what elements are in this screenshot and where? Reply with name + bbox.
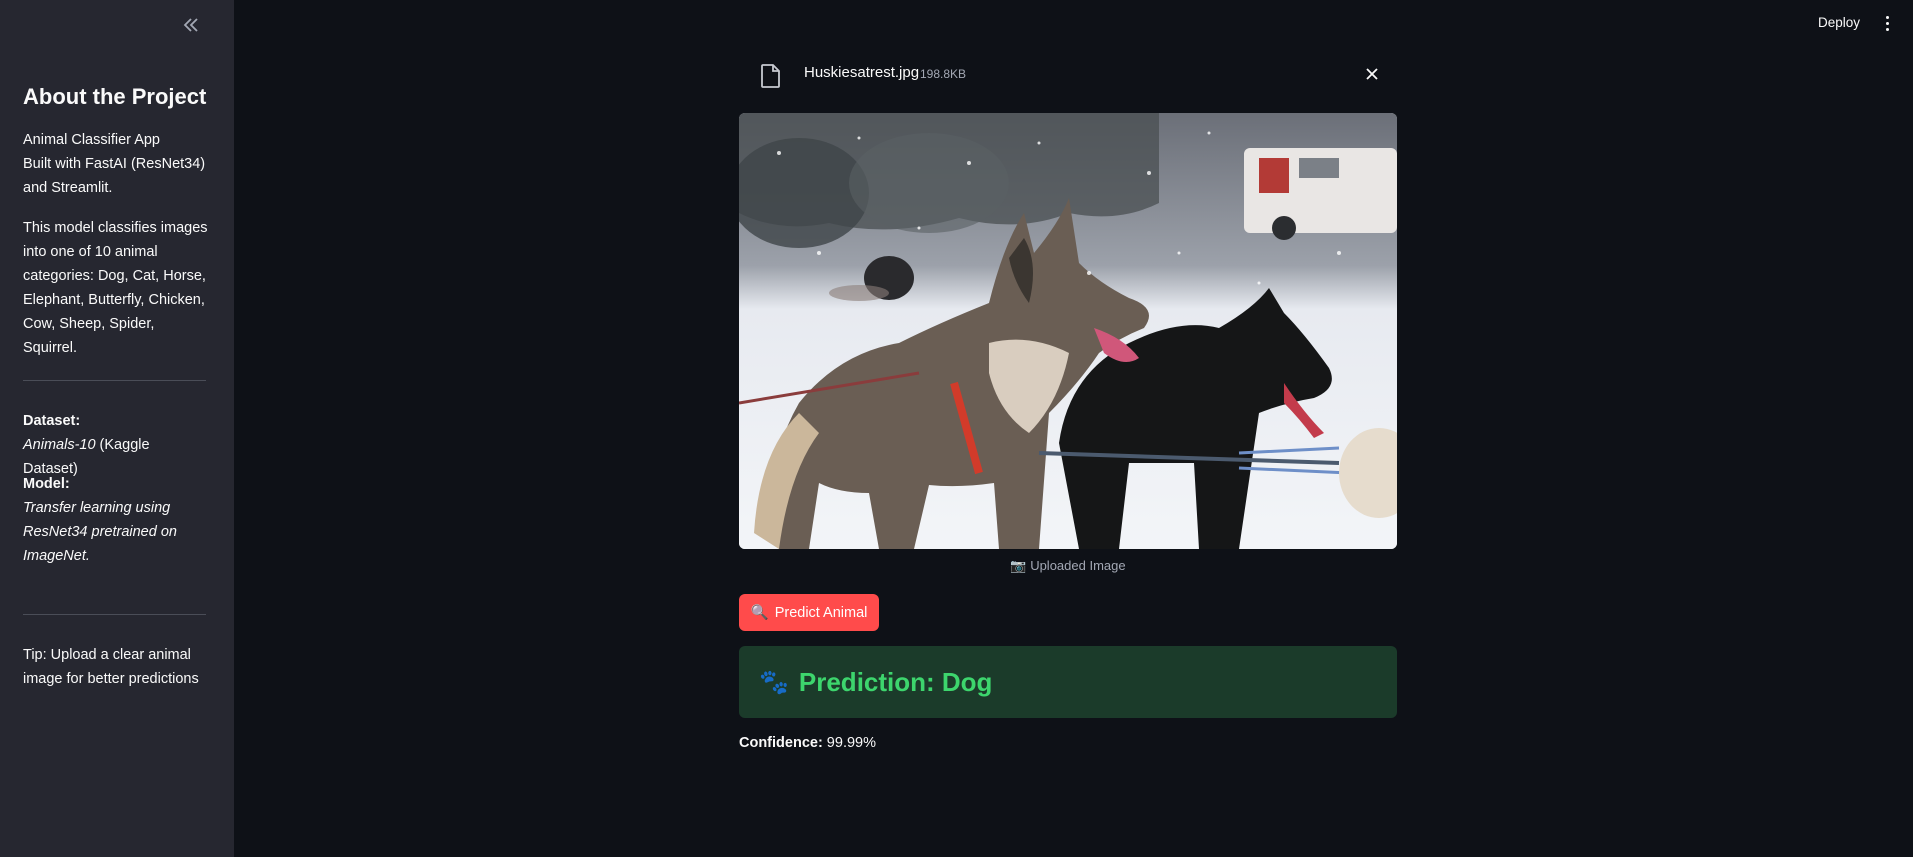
predict-animal-button[interactable]: 🔍 Predict Animal: [739, 594, 879, 631]
sidebar-tip: Tip: Upload a clear animal image for bet…: [23, 643, 208, 691]
sidebar-model: Model: Transfer learning using ResNet34 …: [23, 472, 208, 568]
close-icon[interactable]: [1362, 64, 1382, 84]
confidence-line: Confidence: 99.99%: [739, 735, 876, 751]
magnifier-icon: 🔍: [750, 605, 769, 621]
deploy-button[interactable]: Deploy: [1818, 15, 1860, 30]
predict-button-label: Predict Animal: [774, 604, 868, 621]
intro-line-1: Animal Classifier App: [23, 132, 160, 148]
app-root: About the Project Animal Classifier App …: [0, 0, 1913, 857]
uploaded-image: [739, 113, 1397, 549]
sidebar-title: About the Project: [23, 84, 207, 109]
file-icon: [759, 63, 783, 94]
sidebar-intro: Animal Classifier App Built with FastAI …: [23, 128, 208, 200]
sidebar-description: This model classifies images into one of…: [23, 216, 208, 360]
file-name: Huskiesatrest.jpg: [804, 64, 920, 81]
double-chevron-left-icon[interactable]: [178, 12, 204, 38]
file-size: 198.8KB: [920, 67, 967, 81]
confidence-label: Confidence:: [739, 735, 823, 751]
sidebar-divider-1: [23, 380, 206, 381]
sidebar-divider-2: [23, 614, 206, 615]
intro-line-3: and Streamlit.: [23, 180, 113, 196]
description-text: This model classifies images into one of…: [23, 220, 208, 356]
kebab-menu-icon[interactable]: [1880, 16, 1894, 36]
tip-text: Tip: Upload a clear animal image for bet…: [23, 647, 199, 687]
model-label: Model:: [23, 476, 70, 492]
prediction-box: 🐾 Prediction: Dog: [739, 646, 1397, 718]
confidence-value: 99.99%: [822, 735, 876, 751]
dataset-name: Animals-10: [23, 437, 96, 453]
model-desc: Transfer learning using ResNet34 pretrai…: [23, 500, 177, 564]
dataset-label: Dataset:: [23, 413, 81, 429]
intro-line-2: Built with FastAI (ResNet34): [23, 156, 206, 172]
paw-icon: 🐾: [759, 668, 789, 696]
sidebar-dataset: Dataset: Animals-10 (Kaggle Dataset): [23, 409, 208, 481]
prediction-text: Prediction: Dog: [798, 666, 993, 697]
image-caption: 📷 Uploaded Image: [1010, 558, 1126, 573]
sidebar: About the Project Animal Classifier App …: [0, 0, 234, 857]
